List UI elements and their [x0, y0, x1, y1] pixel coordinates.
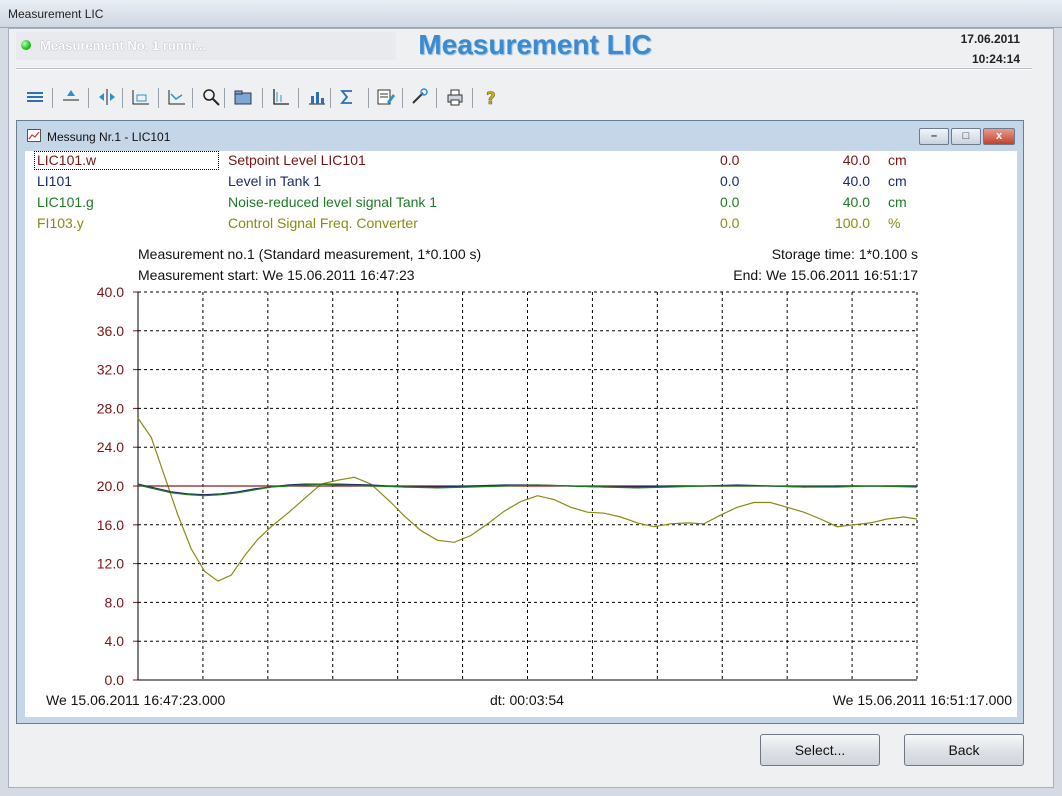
axis-icon[interactable] — [270, 86, 292, 108]
back-button[interactable]: Back — [904, 734, 1024, 766]
y-tick-label: 12.0 — [97, 556, 124, 572]
minimize-button[interactable]: – — [919, 128, 949, 145]
x-duration: dt: 00:03:54 — [490, 692, 564, 708]
y-tick-label: 0.0 — [105, 672, 125, 688]
toolbar-separator — [192, 88, 193, 108]
notes-icon[interactable] — [374, 86, 396, 108]
minimize-icon: – — [930, 130, 938, 142]
toolbar-separator — [298, 88, 299, 108]
toolbar-separator — [122, 88, 123, 108]
toolbar-separator — [402, 88, 403, 108]
toolbar-separator — [158, 88, 159, 108]
maximize-icon: □ — [962, 130, 970, 142]
toolbar-separator — [88, 88, 89, 108]
toolbar-separator — [472, 88, 473, 108]
x-end-time: We 15.06.2011 16:51:17.000 — [832, 692, 1012, 708]
tools-icon[interactable] — [408, 86, 430, 108]
header-divider — [16, 68, 1032, 70]
header-time: 10:24:14 — [971, 52, 1020, 66]
y-tick-label: 4.0 — [105, 633, 125, 649]
list-icon[interactable] — [24, 86, 46, 108]
y-tick-label: 40.0 — [97, 284, 124, 300]
toolbar-separator — [436, 88, 437, 108]
child-window-title: Messung Nr.1 - LIC101 — [47, 130, 171, 144]
x-start-time: We 15.06.2011 16:47:23.000 — [46, 692, 226, 708]
toolbar-separator — [262, 88, 263, 108]
print-icon[interactable] — [444, 86, 466, 108]
trend-chart[interactable]: 0.0 4.0 8.0 12.0 16.0 20.0 24.0 28.0 32.0 36.0 40.… — [25, 151, 1017, 717]
y-tick-label: 36.0 — [97, 323, 124, 339]
status-indicator-icon — [21, 40, 31, 50]
close-icon: x — [995, 130, 1003, 142]
toolbar-separator — [330, 88, 331, 108]
toolbar-separator — [52, 88, 53, 108]
toolbar-separator — [368, 88, 369, 108]
y-tick-label: 24.0 — [97, 439, 124, 455]
move-up-icon[interactable] — [60, 86, 82, 108]
measurement-window: Messung Nr.1 - LIC101 – □ x LIC101.w Setp… — [16, 120, 1024, 724]
help-icon[interactable]: ? — [480, 86, 502, 108]
y-tick-label: 20.0 — [97, 478, 124, 494]
search-icon[interactable] — [200, 86, 222, 108]
zoom-axis-icon[interactable] — [130, 86, 152, 108]
y-tick-label: 8.0 — [105, 594, 125, 610]
sigma-icon[interactable] — [336, 86, 358, 108]
y-tick-label: 28.0 — [97, 400, 124, 416]
close-button[interactable]: x — [983, 128, 1015, 145]
measurement-panel: LIC101.w Setpoint Level LIC101 0.0 40.0 cm LI… — [25, 151, 1017, 717]
toolbar-separator — [224, 88, 225, 108]
bar-chart-icon[interactable] — [306, 86, 328, 108]
app-title: Measurement LIC — [418, 29, 652, 60]
window-titlebar: Measurement LIC — [0, 0, 1062, 28]
window-title: Measurement LIC — [8, 7, 104, 21]
status-text: Measurement No. 1 runni... — [40, 38, 207, 53]
move-horizontal-icon[interactable] — [96, 86, 118, 108]
y-tick-label: 32.0 — [97, 362, 124, 378]
svg-text:?: ? — [486, 89, 496, 108]
maximize-button[interactable]: □ — [951, 128, 981, 145]
select-button[interactable]: Select... — [760, 734, 880, 766]
y-tick-label: 16.0 — [97, 517, 124, 533]
folder-icon[interactable] — [232, 86, 254, 108]
header-date: 17.06.2011 — [960, 32, 1020, 46]
zoom-area-icon[interactable] — [166, 86, 188, 108]
chart-window-icon — [27, 129, 41, 142]
